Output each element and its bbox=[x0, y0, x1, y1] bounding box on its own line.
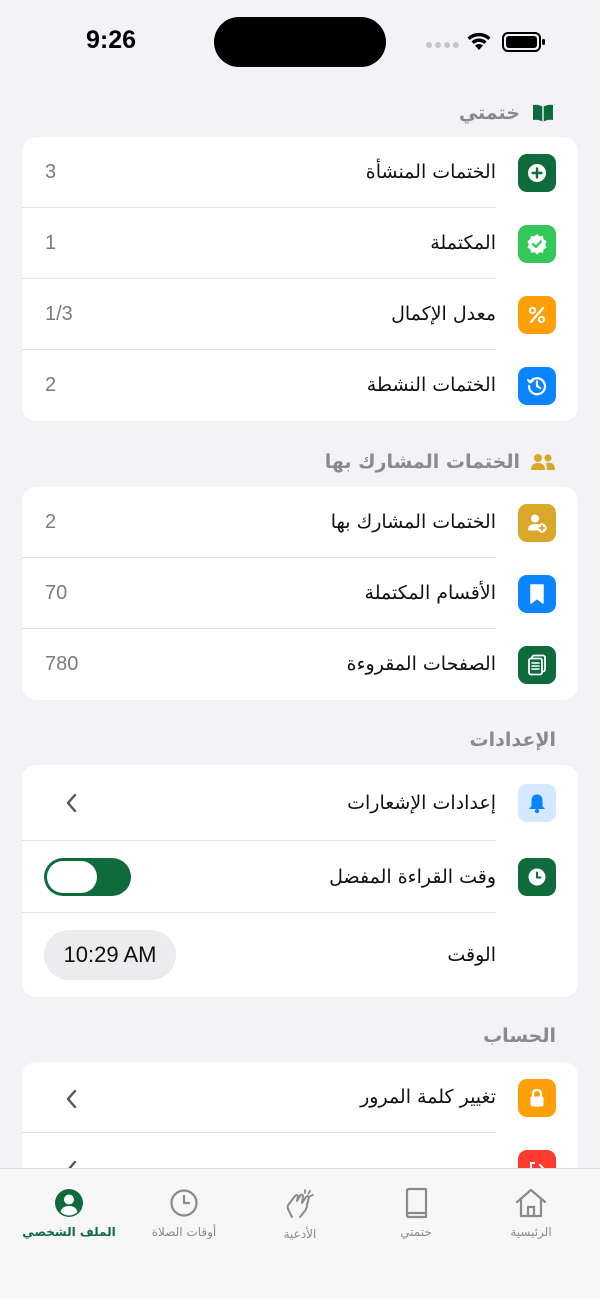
clock-icon bbox=[170, 1189, 198, 1217]
my-khatmas-card: الختمات المنشأة 3 المكتملة 1 معدل الإكما… bbox=[22, 137, 578, 421]
lock-icon bbox=[518, 1079, 556, 1117]
row-label: وقت القراءة المفضل bbox=[329, 866, 496, 888]
row-label: الوقت bbox=[447, 944, 496, 966]
row-label: معدل الإكمال bbox=[391, 303, 496, 325]
row-value: 3 bbox=[45, 161, 57, 183]
cellular-signal-icon bbox=[426, 42, 459, 48]
preferred-time-row: وقت القراءة المفضل bbox=[22, 841, 578, 913]
section-header-account: الحساب bbox=[483, 1021, 556, 1051]
section-header-shared: الختمات المشارك بها bbox=[325, 447, 556, 477]
section-title: الحساب bbox=[483, 1025, 556, 1047]
chevron-left-icon bbox=[66, 793, 77, 813]
time-row: الوقت 10:29 AM bbox=[22, 913, 578, 997]
wifi-icon bbox=[467, 32, 491, 50]
settings-card: إعدادات الإشعارات وقت القراءة المفضل الو… bbox=[22, 765, 578, 997]
row-label: الختمات المشارك بها bbox=[330, 511, 496, 533]
completed-row: المكتملة 1 bbox=[22, 208, 578, 279]
row-value: 1 bbox=[45, 232, 57, 254]
person-add-icon bbox=[518, 504, 556, 542]
section-title: الإعدادات bbox=[469, 729, 556, 751]
bell-icon bbox=[518, 784, 556, 822]
document-icon bbox=[518, 646, 556, 684]
preferred-time-toggle[interactable] bbox=[44, 858, 131, 896]
toggle-knob bbox=[47, 861, 97, 893]
home-icon bbox=[515, 1188, 547, 1218]
people-icon bbox=[530, 449, 556, 475]
dynamic-island bbox=[214, 17, 386, 67]
row-label: تغيير كلمة المرور bbox=[360, 1086, 496, 1108]
pages-read-row: الصفحات المقروءة 780 bbox=[22, 629, 578, 700]
tab-label: الأدعية bbox=[283, 1227, 317, 1241]
tab-profile[interactable]: الملف الشخصي bbox=[14, 1187, 124, 1239]
clock-icon bbox=[518, 858, 556, 896]
row-label: الأقسام المكتملة bbox=[364, 582, 496, 604]
row-label: إعدادات الإشعارات bbox=[347, 792, 496, 814]
notifications-settings-row[interactable]: إعدادات الإشعارات bbox=[22, 765, 578, 841]
row-value: 2 bbox=[45, 511, 57, 533]
section-header-my-khatmas: ختمتي bbox=[459, 98, 556, 128]
praying-hands-icon bbox=[286, 1189, 314, 1218]
tab-duas[interactable]: الأدعية bbox=[245, 1187, 355, 1241]
book-icon bbox=[405, 1187, 428, 1219]
history-clock-icon bbox=[518, 367, 556, 405]
row-label: الصفحات المقروءة bbox=[346, 653, 496, 675]
time-picker-button[interactable]: 10:29 AM bbox=[44, 930, 176, 980]
created-khatmas-row: الختمات المنشأة 3 bbox=[22, 137, 578, 208]
tab-prayer-times[interactable]: أوقات الصلاة bbox=[129, 1187, 239, 1239]
status-bar: 9:26 bbox=[0, 0, 600, 84]
plus-circle-icon bbox=[518, 154, 556, 192]
row-value: 2 bbox=[45, 374, 57, 396]
row-value: 1/3 bbox=[45, 303, 73, 325]
bookmark-icon bbox=[518, 575, 556, 613]
row-label: المكتملة bbox=[430, 232, 496, 254]
row-value: 70 bbox=[45, 582, 68, 604]
row-label: الختمات النشطة bbox=[366, 374, 496, 396]
tab-label: أوقات الصلاة bbox=[151, 1225, 217, 1239]
row-label: الختمات المنشأة bbox=[365, 161, 496, 183]
tab-label: الملف الشخصي bbox=[22, 1225, 116, 1239]
tab-label: ختمتي bbox=[400, 1225, 432, 1239]
section-title: ختمتي bbox=[458, 102, 520, 124]
completed-parts-row: الأقسام المكتملة 70 bbox=[22, 558, 578, 629]
tab-my-khatma[interactable]: ختمتي bbox=[361, 1187, 471, 1239]
active-khatmas-row: الختمات النشطة 2 bbox=[22, 350, 578, 421]
profile-icon bbox=[55, 1189, 83, 1217]
open-book-icon bbox=[530, 100, 556, 126]
change-password-row[interactable]: تغيير كلمة المرور bbox=[22, 1062, 578, 1133]
tab-label: الرئيسية bbox=[510, 1225, 552, 1239]
section-title: الختمات المشارك بها bbox=[324, 451, 520, 473]
shared-khatmas-row: الختمات المشارك بها 2 bbox=[22, 487, 578, 558]
row-value: 780 bbox=[45, 653, 79, 675]
completion-rate-row: معدل الإكمال 1/3 bbox=[22, 279, 578, 350]
battery-icon bbox=[502, 32, 545, 52]
status-time: 9:26 bbox=[86, 26, 137, 54]
chevron-left-icon bbox=[66, 1089, 77, 1109]
section-header-settings: الإعدادات bbox=[470, 725, 556, 755]
percent-icon bbox=[518, 296, 556, 334]
shared-khatmas-card: الختمات المشارك بها 2 الأقسام المكتملة 7… bbox=[22, 487, 578, 700]
tab-bar: الرئيسية ختمتي الأدعية أوقات الصلاة المل… bbox=[0, 1168, 600, 1299]
verified-badge-icon bbox=[518, 225, 556, 263]
tab-home[interactable]: الرئيسية bbox=[476, 1187, 586, 1239]
